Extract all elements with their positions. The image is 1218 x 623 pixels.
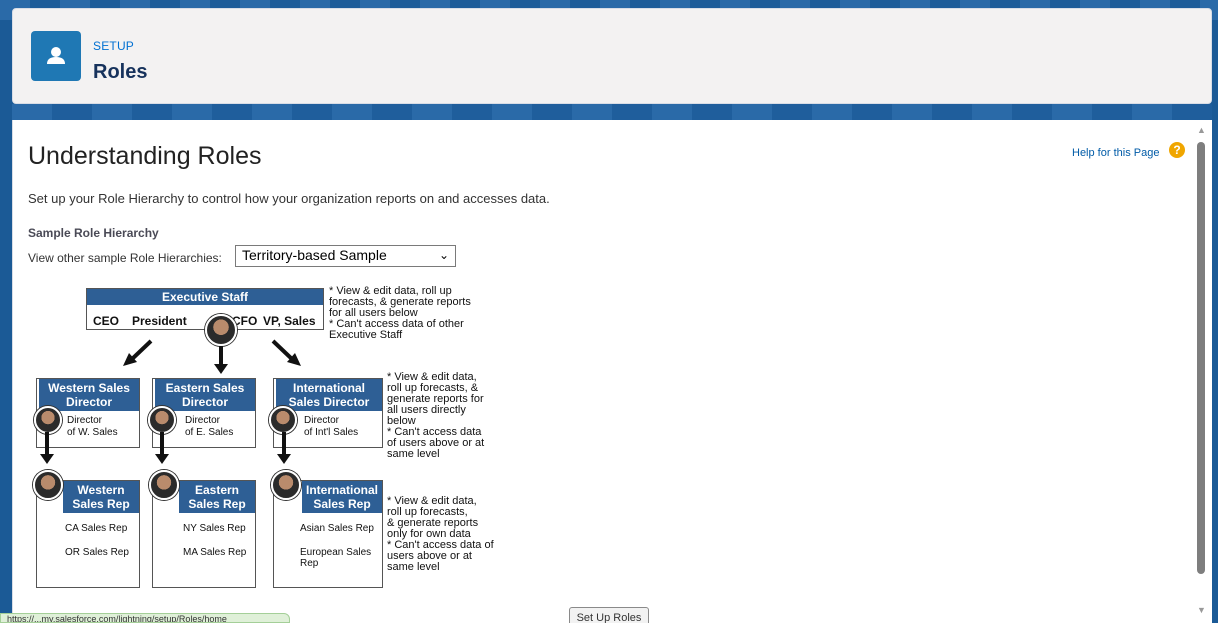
- eastern-director-avatar: [148, 406, 176, 434]
- select-value: Territory-based Sample: [242, 247, 387, 263]
- help-icon[interactable]: ?: [1169, 142, 1185, 158]
- user-icon: [31, 31, 81, 81]
- scrollbar-thumb[interactable]: [1197, 142, 1205, 574]
- western-rep-avatar: [33, 470, 63, 500]
- western-rep-title: Western Sales Rep: [63, 481, 139, 513]
- help-link[interactable]: Help for this Page: [1072, 147, 1159, 159]
- executive-note: * View & edit data, roll up forecasts, & …: [329, 285, 471, 341]
- scroll-up-icon[interactable]: ▲: [1197, 125, 1206, 135]
- executive-staff-title: Executive Staff: [87, 289, 323, 305]
- eastern-rep-title: Eastern Sales Rep: [179, 481, 255, 513]
- arrow-down-icon: [40, 432, 54, 464]
- page-title: Understanding Roles: [28, 142, 262, 170]
- eastern-director-title: Eastern Sales Director: [155, 379, 255, 411]
- intro-text: Set up your Role Hierarchy to control ho…: [28, 191, 550, 206]
- arrow-down-icon: [155, 432, 169, 464]
- eastern-rep-avatar: [149, 470, 179, 500]
- background-band: [12, 104, 1212, 120]
- western-director-desc: Director of W. Sales: [67, 415, 118, 438]
- role-vp-sales: VP, Sales: [263, 314, 316, 328]
- executive-avatar: [205, 314, 237, 346]
- role-ceo: CEO: [93, 314, 120, 328]
- select-label: View other sample Role Hierarchies:: [28, 251, 222, 265]
- status-url: https://...my.salesforce.com/lightning/s…: [0, 613, 290, 623]
- scroll-down-icon[interactable]: ▼: [1197, 605, 1206, 615]
- sample-hierarchy-select[interactable]: Territory-based Sample ⌄: [235, 245, 456, 267]
- eastern-director-desc: Director of E. Sales: [185, 415, 234, 438]
- role-hierarchy-diagram: Executive Staff CEO President CFO VP, Sa…: [31, 280, 551, 590]
- international-director-desc: Director of Int'l Sales: [304, 415, 359, 438]
- main-content: Understanding Roles Help for this Page ?…: [12, 120, 1212, 623]
- rep-note: * View & edit data, roll up forecasts, & g…: [387, 495, 494, 573]
- page-title-header: Roles: [93, 61, 148, 83]
- director-note: * View & edit data, roll up forecasts, & g…: [387, 371, 485, 460]
- arrow-down-icon: [277, 432, 291, 464]
- rep-item: OR Sales Rep: [65, 547, 129, 558]
- header-eyebrow: SETUP: [93, 39, 135, 53]
- arrow-down-left-icon: [123, 339, 153, 366]
- arrow-down-icon: [214, 346, 228, 374]
- western-director-avatar: [34, 406, 62, 434]
- rep-item: Asian Sales Rep: [300, 523, 374, 534]
- page-header: SETUP Roles: [12, 8, 1212, 104]
- set-up-roles-button[interactable]: Set Up Roles: [569, 607, 649, 623]
- international-rep-avatar: [271, 470, 301, 500]
- rep-item: MA Sales Rep: [183, 547, 247, 558]
- western-director-title: Western Sales Director: [39, 379, 139, 411]
- international-director-avatar: [269, 406, 297, 434]
- chevron-down-icon: ⌄: [438, 248, 449, 262]
- arrow-down-right-icon: [271, 339, 301, 366]
- role-president: President: [132, 314, 187, 328]
- international-director-title: International Sales Director: [276, 379, 382, 411]
- sample-heading: Sample Role Hierarchy: [28, 226, 159, 240]
- international-rep-title: International Sales Rep: [302, 481, 382, 513]
- rep-item: CA Sales Rep: [65, 523, 128, 534]
- rep-item: European Sales Rep: [300, 547, 372, 569]
- rep-item: NY Sales Rep: [183, 523, 246, 534]
